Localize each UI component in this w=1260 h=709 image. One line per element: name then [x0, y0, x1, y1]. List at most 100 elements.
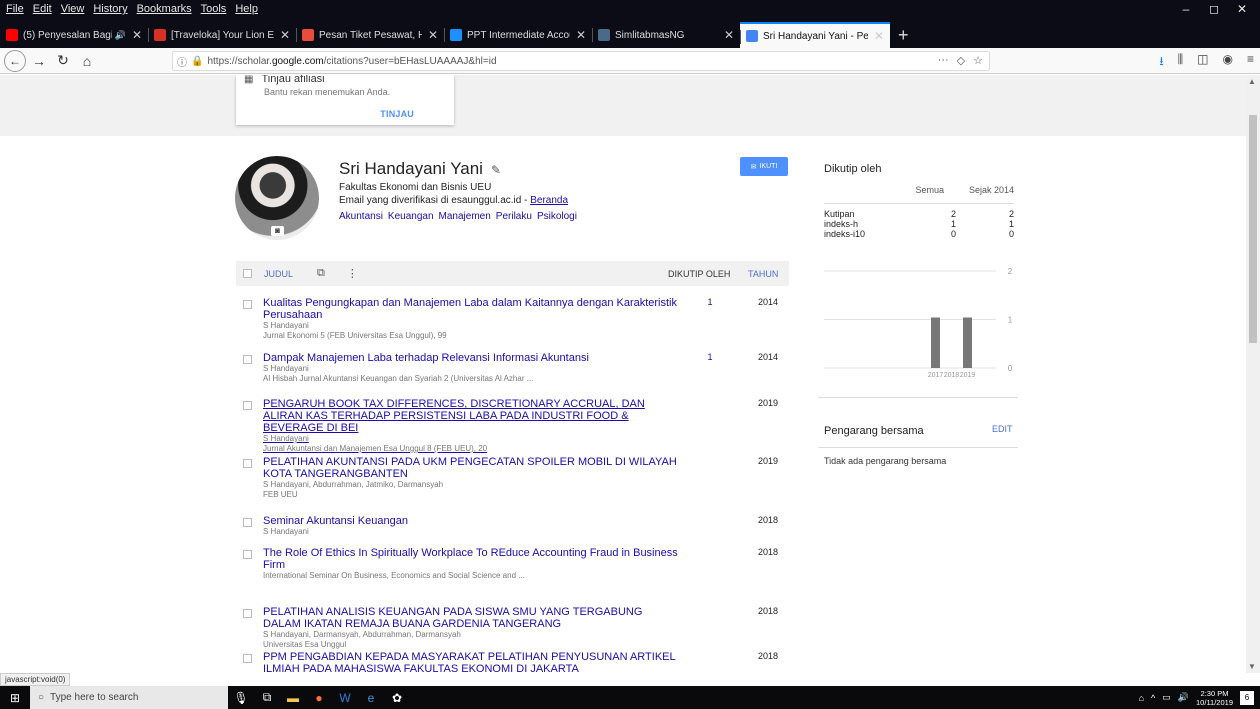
browser-tab[interactable]: [Traveloka] Your Lion E-ticket ✕ — [148, 22, 296, 48]
close-window-button[interactable]: ✕ — [1228, 0, 1256, 18]
tab-close-icon[interactable]: ✕ — [132, 28, 142, 42]
forward-button[interactable]: → — [28, 50, 50, 72]
chart-bar[interactable] — [963, 317, 972, 369]
merge-icon[interactable]: ⧉ — [317, 267, 325, 280]
people-icon[interactable]: ⌂ — [1139, 693, 1144, 703]
menu-edit[interactable]: Edit — [33, 3, 52, 15]
interest-link[interactable]: Keuangan — [388, 211, 434, 222]
avatar[interactable]: ◙ — [235, 156, 319, 240]
article-title-link[interactable]: PPM PENGABDIAN KEPADA MASYARAKAT PELATIH… — [263, 651, 683, 673]
article-title-link[interactable]: Seminar Akuntansi Keuangan — [263, 515, 683, 527]
notification-count[interactable]: 6 — [1240, 690, 1254, 705]
microphone-icon[interactable]: 🎙 — [228, 691, 254, 705]
pocket-icon[interactable]: ◇ — [957, 54, 965, 67]
stats-value-all: 0 — [950, 229, 956, 239]
browser-tab[interactable]: PPT Intermediate Accounting ✕ — [444, 22, 592, 48]
maximize-button[interactable]: ◻ — [1200, 0, 1228, 18]
coauthors-edit-button[interactable]: EDIT — [992, 424, 1013, 434]
interest-link[interactable]: Akuntansi — [339, 211, 383, 222]
article-block: The Role Of Ethics In Spiritually Workpl… — [263, 547, 683, 581]
pencil-icon[interactable]: ✎ — [491, 163, 501, 177]
sort-by-title[interactable]: JUDUL — [264, 269, 293, 279]
file-explorer-icon[interactable]: ▬ — [280, 691, 306, 705]
article-title-link[interactable]: PELATIHAN ANALISIS KEUANGAN PADA SISWA S… — [263, 606, 683, 630]
article-title-link[interactable]: Kualitas Pengungkapan dan Manajemen Laba… — [263, 297, 683, 321]
follow-button[interactable]: ✉ IKUTI — [740, 157, 788, 176]
page-scrollbar[interactable]: ▲ ▼ — [1246, 75, 1260, 673]
sort-by-cited[interactable]: DIKUTIP OLEH — [668, 269, 730, 279]
row-checkbox[interactable] — [243, 401, 252, 410]
camera-icon[interactable]: ◙ — [271, 226, 284, 236]
tab-close-icon[interactable]: ✕ — [428, 28, 438, 42]
tab-close-icon[interactable]: ✕ — [724, 28, 734, 42]
cited-by-count-link[interactable]: 1 — [706, 297, 714, 307]
scroll-down-icon[interactable]: ▼ — [1248, 662, 1256, 671]
clock[interactable]: 2:30 PM 10/11/2019 — [1196, 689, 1233, 707]
article-block: PELATIHAN ANALISIS KEUANGAN PADA SISWA S… — [263, 606, 683, 650]
library-icon[interactable]: ⫼ — [1178, 52, 1184, 73]
firefox-icon[interactable]: ● — [306, 691, 332, 705]
interest-link[interactable]: Perilaku — [496, 211, 532, 222]
article-title-link[interactable]: Dampak Manajemen Laba terhadap Relevansi… — [263, 352, 683, 364]
chart-bar[interactable] — [931, 317, 940, 369]
volume-icon[interactable]: 🔊 — [1178, 692, 1189, 703]
hamburger-menu-icon[interactable]: ≡ — [1247, 52, 1254, 73]
tab-audio-icon[interactable]: 🔊 — [115, 30, 126, 41]
menu-bookmarks[interactable]: Bookmarks — [137, 3, 192, 15]
back-button[interactable]: ← — [4, 49, 26, 72]
tab-close-icon[interactable]: ✕ — [280, 28, 290, 42]
sort-by-year[interactable]: TAHUN — [748, 269, 778, 279]
minimize-button[interactable]: – — [1172, 0, 1200, 18]
tab-favicon-icon — [598, 29, 610, 41]
browser-tab[interactable]: SimlitabmasNG ✕ — [592, 22, 740, 48]
review-button[interactable]: TINJAU — [380, 109, 414, 119]
tab-close-icon[interactable]: ✕ — [874, 29, 884, 43]
home-button[interactable]: ⌂ — [76, 50, 98, 72]
tray-chevron-icon[interactable]: ^ — [1151, 693, 1155, 703]
edge-icon[interactable]: e — [358, 691, 384, 705]
article-title-link[interactable]: The Role Of Ethics In Spiritually Workpl… — [263, 547, 683, 571]
browser-tab[interactable]: (5) Penyesalan Bagi Orang🔊 ✕ — [0, 22, 148, 48]
network-icon[interactable]: ▭ — [1162, 692, 1171, 703]
url-bar[interactable]: ⓘ 🔒 https://scholar. google.com/citations… — [172, 51, 990, 71]
menu-file[interactable]: File — [6, 3, 24, 15]
row-checkbox[interactable] — [243, 654, 252, 663]
row-checkbox[interactable] — [243, 609, 252, 618]
tab-close-icon[interactable]: ✕ — [576, 28, 586, 42]
taskbar-search-box[interactable]: ○ Type here to search — [30, 686, 228, 709]
homepage-link[interactable]: Beranda — [530, 195, 568, 206]
bookmark-star-icon[interactable]: ☆ — [973, 54, 983, 67]
scrollbar-thumb[interactable] — [1249, 115, 1257, 343]
cited-by-count-link[interactable]: 1 — [706, 352, 714, 362]
task-view-icon[interactable]: ⧉ — [254, 690, 280, 705]
menu-tools[interactable]: Tools — [201, 3, 227, 15]
browser-tab[interactable]: Sri Handayani Yani - Pengutipa ✕ — [740, 22, 890, 48]
row-checkbox[interactable] — [243, 550, 252, 559]
app-icon[interactable]: ✿ — [384, 691, 410, 705]
row-checkbox[interactable] — [243, 300, 252, 309]
row-checkbox[interactable] — [243, 518, 252, 527]
scroll-up-icon[interactable]: ▲ — [1248, 77, 1256, 86]
menu-view[interactable]: View — [61, 3, 85, 15]
menu-history[interactable]: History — [93, 3, 127, 15]
row-checkbox[interactable] — [243, 459, 252, 468]
download-icon[interactable]: ⭳ — [1159, 52, 1163, 73]
chart-x-tick-label: 2018 — [944, 372, 960, 379]
word-icon[interactable]: W — [332, 691, 358, 705]
sidebar-icon[interactable]: ◫ — [1197, 52, 1208, 73]
browser-tab[interactable]: Pesan Tiket Pesawat, Hotel & ✕ — [296, 22, 444, 48]
extension-icon[interactable]: ◉ — [1223, 52, 1233, 73]
new-tab-button[interactable]: + — [890, 22, 917, 48]
reload-button[interactable]: ↻ — [52, 50, 74, 72]
article-title-link[interactable]: PENGARUH BOOK TAX DIFFERENCES, DISCRETIO… — [263, 398, 683, 434]
interest-link[interactable]: Psikologi — [537, 211, 577, 222]
page-actions-menu[interactable]: ··· — [938, 54, 949, 67]
select-all-checkbox[interactable] — [243, 269, 252, 278]
article-venue: FEB UEU — [263, 490, 298, 499]
windows-start-button[interactable]: ⊞ — [0, 691, 30, 705]
article-title-link[interactable]: PELATIHAN AKUNTANSI PADA UKM PENGECATAN … — [263, 456, 683, 480]
row-checkbox[interactable] — [243, 355, 252, 364]
interest-link[interactable]: Manajemen — [439, 211, 491, 222]
menu-help[interactable]: Help — [235, 3, 258, 15]
more-vert-icon[interactable]: ⋮ — [347, 267, 358, 280]
